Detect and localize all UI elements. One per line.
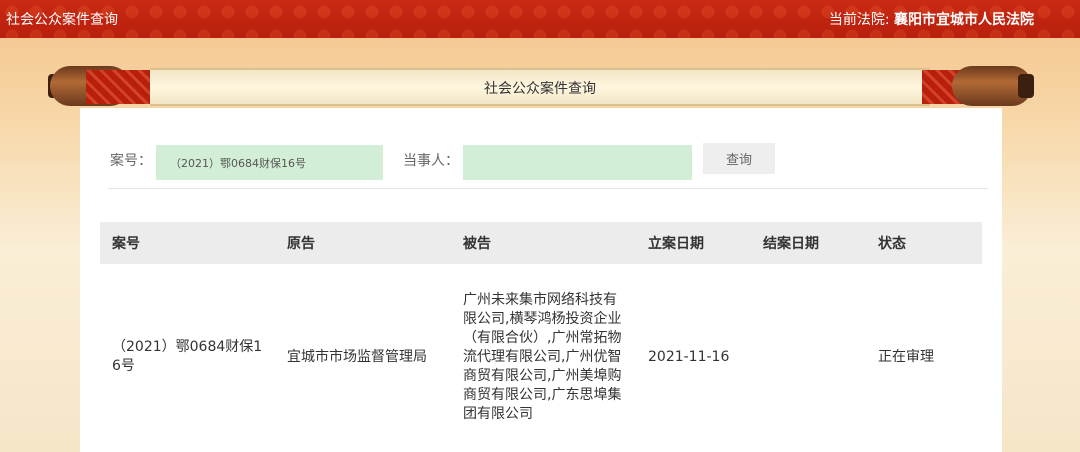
cell-status: 正在审理 [878,348,934,365]
col-closing-date: 结案日期 [763,236,819,252]
col-status: 状态 [878,236,906,252]
cell-case-no[interactable]: （2021）鄂0684财保16号 [100,264,275,450]
site-title: 社会公众案件查询 [6,12,118,28]
scroll-right-cap [1018,74,1034,98]
cell-defendant: 广州未来集市网络科技有限公司,横琴鸿杨投资企业（有限合伙）,广州常拓物流代理有限… [463,291,622,422]
current-court-label: 当前法院: [828,12,890,28]
case-no-label: 案号： [110,153,152,169]
divider [108,188,988,189]
cell-filing-date: 2021-11-16 [648,348,730,365]
table-row[interactable]: （2021）鄂0684财保16号 宜城市市场监督管理局 广州未来集市网络科技有限… [100,264,982,450]
col-filing-date: 立案日期 [648,236,704,252]
col-defendant: 被告 [463,236,491,252]
cell-closing-date [751,264,866,450]
current-court-name: 襄阳市宜城市人民法院 [894,12,1034,28]
case-table: 案号 原告 被告 立案日期 结案日期 状态 （2021）鄂0684财保16号 宜… [100,222,982,450]
case-no-input[interactable] [156,145,383,180]
party-input[interactable] [463,145,692,180]
content-panel: 案号： 当事人： 查询 案号 原告 被告 立案日期 结案日期 状态 （2021）… [80,108,1002,452]
banner-title: 社会公众案件查询 [484,81,596,97]
scroll-left-pattern [86,70,156,104]
cell-plaintiff: 宜城市市场监督管理局 [287,348,427,365]
col-case-no: 案号 [112,236,140,252]
current-court: 当前法院: 襄阳市宜城市人民法院 [829,9,1034,29]
party-label: 当事人： [403,153,459,169]
table-header-row: 案号 原告 被告 立案日期 结案日期 状态 [100,222,982,264]
query-button[interactable]: 查询 [703,143,775,174]
col-plaintiff: 原告 [287,236,315,252]
top-bar: 社会公众案件查询 当前法院: 襄阳市宜城市人民法院 [0,0,1080,38]
